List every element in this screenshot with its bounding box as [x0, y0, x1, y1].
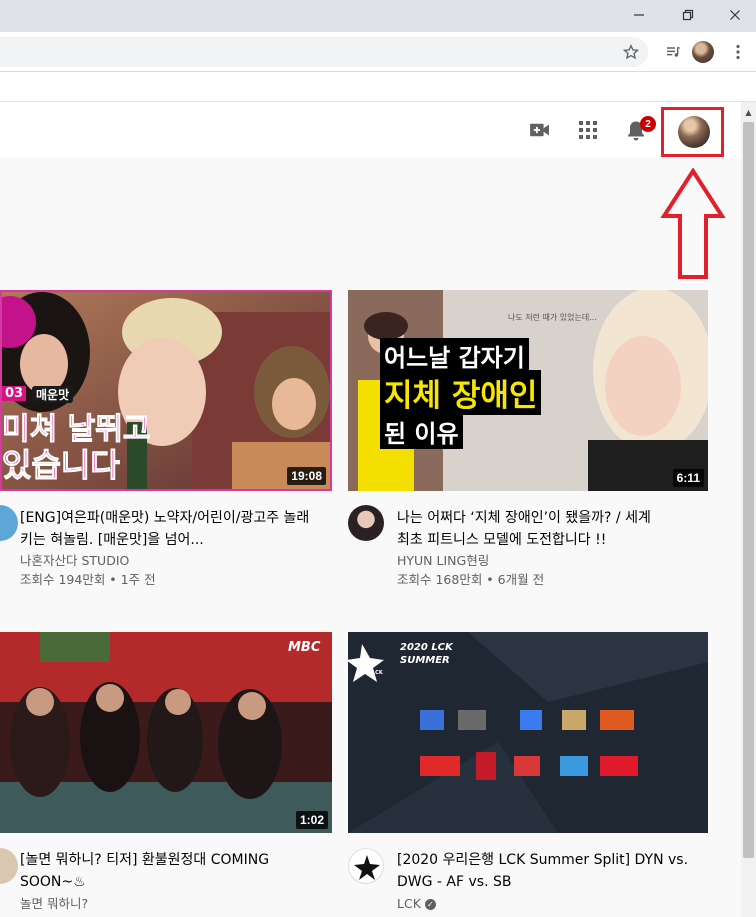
chrome-menu-button[interactable] — [727, 41, 749, 63]
thumbnail-caption-line1: 어느날 갑자기 — [380, 338, 529, 373]
kebab-menu-icon — [736, 44, 740, 60]
video-duration: 6:11 — [672, 469, 704, 487]
video-stats: 조회수 194만회 • 1주 전 — [20, 572, 156, 587]
media-queue-icon — [667, 46, 680, 57]
create-video-button[interactable] — [528, 118, 552, 142]
channel-name[interactable]: HYUN LING현링 — [397, 551, 717, 571]
thumbnail-caption-line2: 지체 장애인 — [380, 370, 542, 415]
lck-star-icon — [354, 855, 380, 880]
thumbnail-caption-line1: 2020 LCK — [400, 642, 453, 653]
scroll-up-arrow[interactable]: ▲ — [741, 104, 756, 120]
video-thumbnail[interactable]: 나도 저런 때가 있었는데... 어느날 갑자기 지체 장애인 된 이유 6:1… — [348, 290, 708, 491]
apps-button[interactable] — [576, 118, 600, 142]
star-icon — [623, 44, 639, 60]
video-title[interactable]: [놀면 뭐하니? 티저] 환불원정대 COMING SOON~♨ — [20, 849, 320, 893]
thumbnail-caption-line3: 된 이유 — [380, 414, 463, 449]
video-thumbnail[interactable]: 03 매운맛 미쳐 날뛰고 있습니다 19:08 — [0, 290, 332, 491]
channel-name[interactable]: LCK ✓ — [397, 894, 717, 914]
thumbnail-caption-tag: 매운맛 — [32, 386, 74, 403]
channel-avatar[interactable] — [0, 848, 18, 884]
video-title[interactable]: [2020 우리은행 LCK Summer Split] DYN vs. DWG… — [397, 849, 697, 893]
video-thumbnail[interactable]: 2020 LCK SUMMER LCK — [348, 632, 708, 833]
video-duration: 19:08 — [287, 467, 326, 485]
minimize-icon — [634, 14, 644, 16]
address-bar[interactable] — [0, 37, 648, 67]
restore-button[interactable] — [665, 0, 711, 30]
thumbnail-caption-line2: 있습니다 — [2, 446, 120, 485]
apps-grid-icon — [579, 121, 597, 139]
account-avatar-button[interactable] — [678, 116, 710, 148]
video-duration: 1:02 — [295, 811, 328, 829]
video-thumbnail[interactable]: MBC 1:02 — [0, 632, 332, 833]
video-title[interactable]: 나는 어쩌다 ‘지체 장애인’이 됐을까? / 세계 최초 피트니스 모델에 도… — [397, 507, 662, 551]
thumbnail-caption-episode: 03 — [2, 386, 27, 401]
video-title[interactable]: [ENG]여은파(매운맛) 노약자/어린이/광고주 놀래키는 혀놀림. [매운맛… — [20, 507, 320, 551]
close-button[interactable] — [712, 0, 756, 30]
profile-avatar[interactable] — [692, 41, 714, 63]
channel-name-text: LCK — [397, 896, 421, 911]
thumbnail-art — [0, 632, 332, 833]
verified-check-icon: ✓ — [424, 899, 436, 910]
channel-name[interactable]: 나혼자산다 STUDIO — [20, 551, 340, 571]
page-scrollbar-thumb[interactable] — [743, 122, 754, 858]
bookmarks-bar — [0, 72, 756, 102]
thumbnail-caption-line2: SUMMER — [400, 655, 450, 666]
restore-icon — [682, 9, 694, 21]
channel-name[interactable]: 놀면 뭐하니? — [20, 894, 340, 914]
browser-toolbar — [0, 32, 756, 72]
channel-avatar[interactable] — [0, 505, 18, 541]
minimize-button[interactable] — [616, 0, 662, 30]
notification-count-badge: 2 — [640, 116, 656, 132]
channel-avatar[interactable] — [348, 505, 384, 541]
video-camera-add-icon — [530, 123, 549, 137]
window-titlebar — [0, 0, 756, 32]
thumbnail-logo-mbc: MBC — [288, 640, 321, 655]
media-control-button[interactable] — [662, 41, 684, 63]
video-stats: 조회수 168만회 • 6개월 전 — [397, 572, 545, 587]
thumbnail-logo-lck: LCK — [372, 670, 383, 676]
bookmark-star-button[interactable] — [620, 41, 642, 63]
thumbnail-caption-small: 나도 저런 때가 있었는데... — [508, 313, 597, 322]
channel-avatar[interactable] — [348, 848, 384, 884]
close-icon — [730, 10, 740, 20]
annotation-up-arrow — [660, 168, 726, 279]
